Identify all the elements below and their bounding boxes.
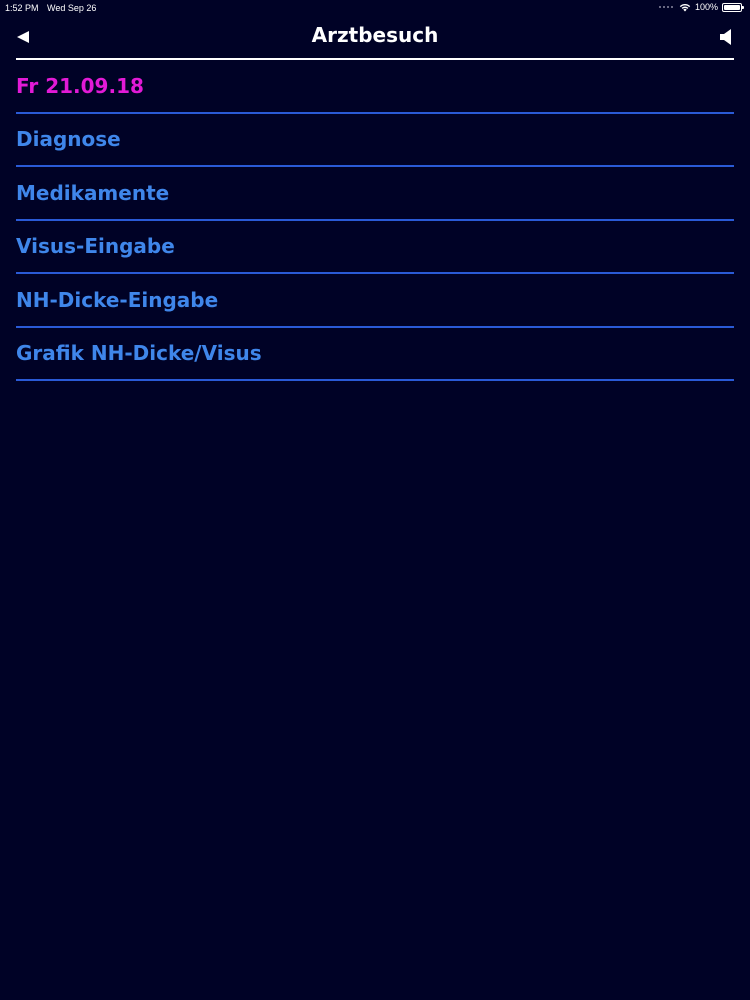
page-title: Arztbesuch	[311, 23, 439, 47]
status-right: 100%	[658, 2, 744, 12]
battery-percent: 100%	[694, 2, 718, 12]
status-time: 1:52 PM	[5, 3, 39, 13]
visit-date[interactable]: Fr 21.09.18	[16, 60, 734, 114]
menu-list: Fr 21.09.18 Diagnose Medikamente Visus-E…	[16, 60, 734, 381]
list-item-grafik[interactable]: Grafik NH-Dicke/Visus	[16, 328, 734, 381]
nav-bar: Arztbesuch	[16, 18, 734, 60]
battery-icon	[722, 2, 744, 12]
list-item-nh-dicke-eingabe[interactable]: NH-Dicke-Eingabe	[16, 274, 734, 328]
speaker-icon[interactable]	[718, 28, 734, 46]
list-item-visus-eingabe[interactable]: Visus-Eingabe	[16, 221, 734, 274]
list-item-medikamente[interactable]: Medikamente	[16, 167, 734, 221]
battery-fill	[724, 4, 740, 10]
signal-icon	[658, 6, 673, 8]
status-bar: 1:52 PM Wed Sep 26 100%	[0, 0, 750, 16]
list-item-diagnose[interactable]: Diagnose	[16, 114, 734, 167]
wifi-icon	[679, 3, 691, 11]
status-date: Wed Sep 26	[47, 3, 97, 13]
